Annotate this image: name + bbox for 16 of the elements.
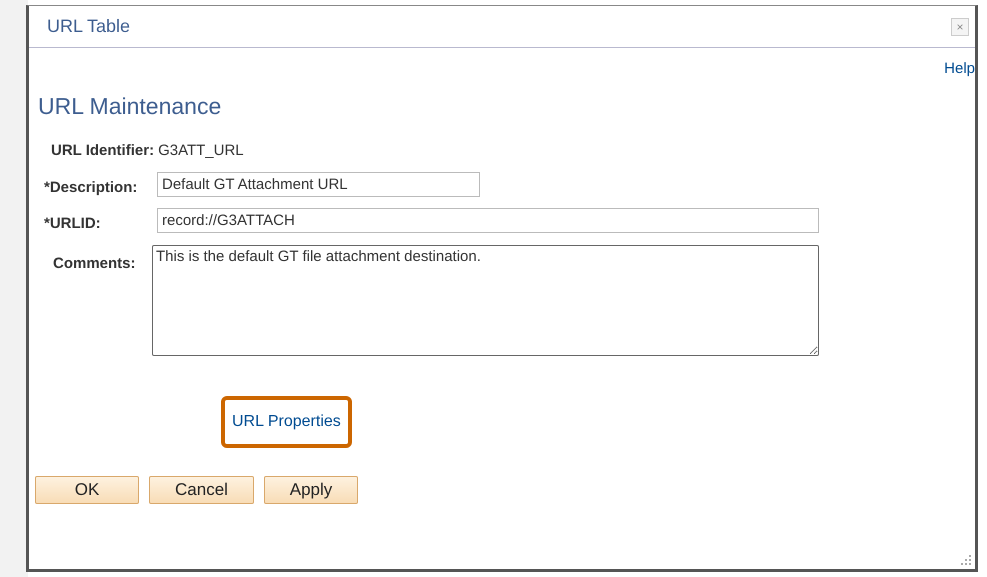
url-properties-link[interactable]: URL Properties xyxy=(221,396,352,448)
field-value: G3ATT_URL xyxy=(158,141,244,162)
dialog-button[interactable]: Apply xyxy=(264,476,358,504)
help-link[interactable]: Help xyxy=(944,58,975,80)
comments-field[interactable]: This is the default GT file attachment destination. xyxy=(152,244,819,356)
dialog-button[interactable]: OK xyxy=(35,476,139,504)
window-title: URL Table xyxy=(47,15,130,38)
resize-grip-icon[interactable] xyxy=(960,554,972,566)
field-label: URL Identifier: xyxy=(50,141,154,162)
text-field[interactable]: record://G3ATTACH xyxy=(157,208,819,234)
field-label: Comments: xyxy=(52,254,137,274)
page-heading: URL Maintenance xyxy=(38,92,222,120)
field-label: *Description: xyxy=(43,178,138,198)
field-label: *URLID: xyxy=(43,214,102,234)
text-field[interactable]: Default GT Attachment URL xyxy=(157,172,480,197)
dialog-button[interactable]: Cancel xyxy=(149,476,254,504)
